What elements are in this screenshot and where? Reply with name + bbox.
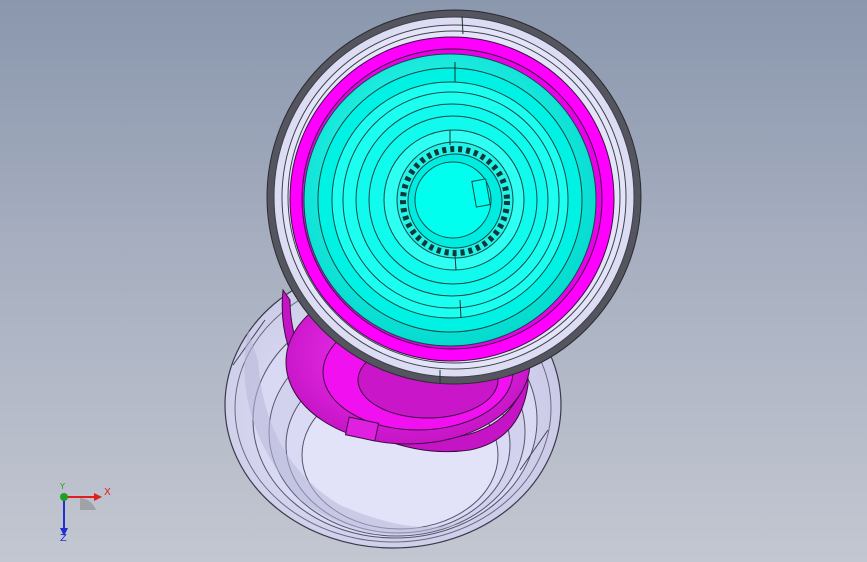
x-axis-arrow xyxy=(94,493,102,501)
triad-sector xyxy=(80,498,96,510)
cad-model[interactable] xyxy=(0,0,867,562)
orientation-triad: X Y Z xyxy=(40,478,120,548)
y-axis-dot xyxy=(60,493,68,501)
graphics-viewport[interactable]: X Y Z xyxy=(0,0,867,562)
gear-hub[interactable] xyxy=(396,141,514,259)
y-axis-label: Y xyxy=(60,482,65,491)
x-axis-label: X xyxy=(104,487,111,498)
front-part[interactable] xyxy=(266,9,642,385)
z-axis-label: Z xyxy=(60,533,67,544)
